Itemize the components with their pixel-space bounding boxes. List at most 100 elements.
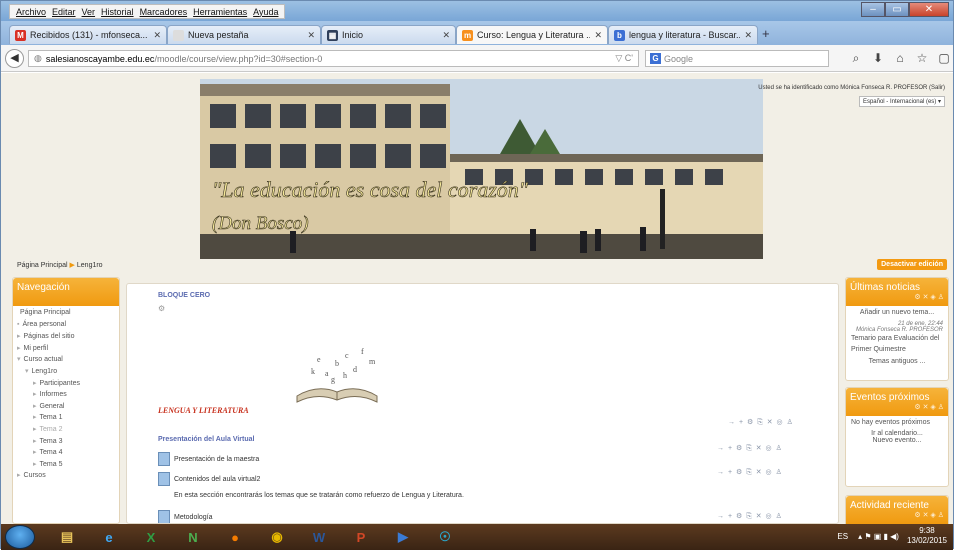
chrome-icon[interactable]: ◉: [257, 526, 297, 548]
windows-taskbar: ▤ e X N ● ◉ W P ▶ ☉ ES ▴ ⚑ ▣ ▮ ◀) 9:38 13/02/2015: [1, 524, 953, 550]
close-window-button[interactable]: ✕: [909, 2, 949, 17]
menu-item[interactable]: Herramientas: [193, 7, 247, 17]
powerpoint-icon[interactable]: P: [341, 526, 381, 548]
nav-tree-item[interactable]: ▸ Participantes: [17, 379, 115, 391]
language-select[interactable]: Español - Internacional (es) ▾: [858, 96, 945, 107]
download-icon[interactable]: ⬇: [867, 49, 889, 68]
url-path: /moodle/course/view.php?id=30#section-0: [154, 53, 323, 64]
media-player-icon[interactable]: ▶: [383, 526, 423, 548]
site-identity-icon: ◍: [34, 53, 42, 63]
browser-tab[interactable]: ▦ Inicio ✕: [321, 25, 456, 44]
browser-tab[interactable]: m Curso: Lengua y Literatura ... ✕: [456, 25, 608, 44]
toggle-edit-button[interactable]: Desactivar edición: [877, 259, 947, 270]
nav-tree-item[interactable]: ▸ Páginas del sitio: [17, 332, 115, 344]
maximize-button[interactable]: ▭: [885, 2, 909, 17]
close-tab-icon[interactable]: ✕: [442, 30, 450, 41]
presentation-link[interactable]: Presentación del Aula Virtual: [158, 436, 254, 443]
file-icon: [158, 452, 170, 466]
course-heading: LENGUA Y LITERATURA: [158, 406, 249, 415]
older-topics-link[interactable]: Temas antiguos ...: [851, 358, 943, 365]
search-icon[interactable]: ⌕: [845, 49, 867, 68]
menu-item[interactable]: Ver: [82, 7, 96, 17]
edit-actions-icons[interactable]: → + ⚙ ⎘ ✕ ◎ ♙: [717, 468, 783, 477]
tray-icons[interactable]: ▴ ⚑ ▣ ▮ ◀): [858, 532, 899, 541]
breadcrumb-home[interactable]: Página Principal: [17, 262, 68, 269]
nav-tree-label: Participantes: [39, 379, 80, 387]
home-icon[interactable]: ⌂: [889, 49, 911, 68]
edit-actions-icons[interactable]: → + ⚙ ⎘ ✕ ◎ ♙: [728, 418, 794, 427]
nav-tree-item[interactable]: ▸ General: [17, 402, 115, 414]
nav-tree-item[interactable]: ▸ Tema 4: [17, 448, 115, 460]
activity-link[interactable]: Contenidos del aula virtual2: [174, 476, 260, 483]
block-controls-icons[interactable]: ⚙ ✕ ◈ ♙: [850, 403, 944, 411]
browser-tab[interactable]: M Recibidos (131) - mfonseca... ✕: [9, 25, 167, 44]
menu-item[interactable]: Marcadores: [140, 7, 188, 17]
pdf-app-icon[interactable]: N: [173, 526, 213, 548]
close-tab-icon[interactable]: ✕: [744, 30, 752, 41]
nav-tree-item[interactable]: ▸ Tema 3: [17, 437, 115, 449]
taskbar-apps: ▤ e X N ● ◉ W P ▶ ☉: [45, 526, 465, 548]
browser-tab[interactable]: Nueva pestaña ✕: [167, 25, 321, 44]
nav-tree-item[interactable]: ▾ Leng1ro: [17, 367, 115, 379]
activity-link[interactable]: Metodología: [174, 514, 213, 521]
title-bar: Archivo Editar Ver Historial Marcadores Herra…: [1, 1, 953, 21]
add-topic-link[interactable]: Añadir un nuevo tema...: [851, 309, 943, 316]
explorer-icon[interactable]: ▤: [47, 526, 87, 548]
block-controls-icons[interactable]: ⚙ ✕ ◈ ♙: [850, 293, 944, 301]
login-info[interactable]: Usted se ha identificado como Mónica Fon…: [758, 85, 945, 91]
minimize-button[interactable]: –: [861, 2, 885, 17]
breadcrumb-course[interactable]: Leng1ro: [77, 262, 103, 269]
address-bar[interactable]: ◍ salesianoscayambe.edu.ec /moodle/cours…: [28, 50, 639, 67]
tab-label: Nueva pestaña: [188, 30, 249, 40]
internet-explorer-icon[interactable]: e: [89, 526, 129, 548]
close-tab-icon[interactable]: ✕: [594, 30, 602, 41]
chevron-down-icon: ▾: [937, 99, 941, 105]
nav-tree-item[interactable]: ▸ Tema 2: [17, 425, 115, 437]
block-controls-icons[interactable]: ⚙ ✕ ◈ ♙: [850, 511, 944, 519]
activity-row[interactable]: Contenidos del aula virtual2: [158, 472, 260, 486]
start-button[interactable]: [5, 525, 35, 549]
navigation-toolbar: ◀ ◍ salesianoscayambe.edu.ec /moodle/cou…: [1, 45, 953, 72]
new-tab-button[interactable]: +: [762, 26, 770, 41]
new-event-link[interactable]: Nuevo evento...: [851, 437, 943, 444]
clock[interactable]: 9:38 13/02/2015: [907, 526, 947, 546]
pocket-icon[interactable]: ▢: [933, 49, 954, 68]
calendar-link[interactable]: Ir al calendario...: [851, 430, 943, 437]
search-input[interactable]: G Google: [645, 50, 829, 67]
activity-row[interactable]: Metodología: [158, 510, 213, 523]
edit-actions-icons[interactable]: → + ⚙ ⎘ ✕ ◎ ♙: [717, 512, 783, 521]
network-app-icon[interactable]: ☉: [425, 526, 465, 548]
menu-item[interactable]: Historial: [101, 7, 134, 17]
word-icon[interactable]: W: [299, 526, 339, 548]
bookmark-star-icon[interactable]: ☆: [911, 49, 933, 68]
close-tab-icon[interactable]: ✕: [153, 30, 161, 41]
activity-row[interactable]: Presentación de la maestra: [158, 452, 259, 466]
nav-tree-item[interactable]: ▪ Área personal: [17, 321, 115, 333]
gear-icon[interactable]: ⚙: [158, 304, 165, 313]
news-item-link[interactable]: Temario para Evaluación del Primer Quime…: [851, 333, 943, 355]
back-button[interactable]: ◀: [5, 49, 24, 68]
nav-tree-item[interactable]: ▸ Informes: [17, 390, 115, 402]
tree-toggle-icon: ▸: [33, 460, 37, 468]
browser-tab[interactable]: b lengua y literatura - Buscar... ✕: [608, 25, 758, 44]
activity-link[interactable]: Presentación de la maestra: [174, 456, 259, 463]
edit-actions-icons[interactable]: → + ⚙ ⎘ ✕ ◎ ♙: [717, 444, 783, 453]
menu-item[interactable]: Archivo: [16, 7, 46, 17]
nav-tree-item[interactable]: ▾ Curso actual: [17, 355, 115, 367]
firefox-icon[interactable]: ●: [215, 526, 255, 548]
menu-item[interactable]: Ayuda: [253, 7, 278, 17]
nav-tree-item[interactable]: ▸ Tema 1: [17, 413, 115, 425]
nav-tree-item[interactable]: ▸ Mi perfil: [17, 344, 115, 356]
tree-toggle-icon: ▾: [25, 367, 29, 375]
moodle-page: "La educación es cosa del corazón" (Don …: [1, 73, 953, 524]
close-tab-icon[interactable]: ✕: [307, 30, 315, 41]
excel-icon[interactable]: X: [131, 526, 171, 548]
svg-text:b: b: [335, 359, 339, 368]
reload-button[interactable]: ▽ C': [615, 53, 633, 64]
nav-tree-item[interactable]: ▸ Tema 5: [17, 460, 115, 472]
tree-toggle-icon: ▸: [33, 449, 37, 457]
menu-item[interactable]: Editar: [52, 7, 76, 17]
nav-tree-item[interactable]: ▸ Cursos: [17, 471, 115, 483]
language-indicator[interactable]: ES: [837, 532, 848, 541]
nav-tree-item[interactable]: Página Principal: [17, 309, 115, 321]
